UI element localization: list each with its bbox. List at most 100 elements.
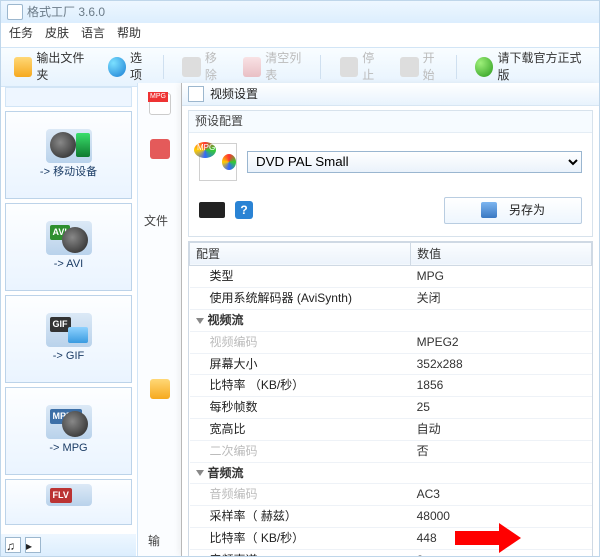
- clear-icon: [243, 57, 261, 77]
- table-row[interactable]: 比特率（ KB/秒）448: [190, 527, 592, 549]
- table-row[interactable]: 采样率（ 赫兹）48000: [190, 506, 592, 528]
- save-as-button[interactable]: 另存为: [444, 197, 582, 224]
- remove-icon: [182, 57, 200, 77]
- options-button[interactable]: 选项: [101, 46, 159, 88]
- settings-table: 配置 数值 类型MPG使用系统解码器 (AviSynth)关闭视频流视频编码MP…: [189, 242, 592, 557]
- sidebar-item-mpg[interactable]: MPEG -> MPG: [5, 387, 132, 475]
- dialog-titlebar: 视频设置: [182, 83, 599, 106]
- setting-value[interactable]: 关闭: [411, 288, 592, 310]
- table-row[interactable]: 音频流: [190, 462, 592, 484]
- save-as-label: 另存为: [509, 202, 545, 219]
- mpg-icon: MPEG: [46, 405, 92, 439]
- clear-list-button[interactable]: 清空列表: [236, 46, 317, 88]
- table-row[interactable]: 音频声道2: [190, 549, 592, 557]
- table-row[interactable]: 视频编码MPEG2: [190, 331, 592, 353]
- middle-column: MPG 文件 输: [137, 83, 182, 556]
- preset-icon: MPG: [199, 143, 237, 181]
- help-button[interactable]: ?: [235, 201, 253, 219]
- preset-row2: ? 另存为: [189, 191, 592, 236]
- table-row[interactable]: 使用系统解码器 (AviSynth)关闭: [190, 288, 592, 310]
- output-folder-label: 输出文件夹: [36, 50, 91, 84]
- section-header[interactable]: 视频流: [190, 309, 592, 331]
- sidebar-item-gif[interactable]: GIF -> GIF: [5, 295, 132, 383]
- menu-language[interactable]: 语言: [81, 25, 105, 45]
- preset-group: 预设配置 MPG DVD PAL Small ? 另存为: [188, 110, 593, 237]
- clear-list-label: 清空列表: [265, 50, 309, 84]
- gif-icon: GIF: [46, 313, 92, 347]
- table-row[interactable]: 视频流: [190, 309, 592, 331]
- menu-skin[interactable]: 皮肤: [45, 25, 69, 45]
- flv-badge: FLV: [50, 488, 72, 503]
- start-label: 开始: [423, 50, 445, 84]
- col-key[interactable]: 配置: [190, 242, 411, 266]
- table-row[interactable]: 音频编码AC3: [190, 484, 592, 506]
- sidebar-item-label: -> 移动设备: [40, 165, 97, 180]
- setting-value[interactable]: MPEG2: [411, 331, 592, 353]
- download-official-label: 请下载官方正式版: [497, 50, 586, 84]
- setting-value[interactable]: 352x288: [411, 353, 592, 375]
- setting-value[interactable]: MPG: [411, 266, 592, 288]
- sidebar-item-mobile[interactable]: -> 移动设备: [5, 111, 132, 199]
- remove-button[interactable]: 移除: [175, 46, 233, 88]
- toolbar-divider: [163, 55, 171, 79]
- menu-tasks[interactable]: 任务: [9, 25, 33, 45]
- output-prefix: 输: [148, 533, 160, 550]
- setting-key: 二次编码: [190, 440, 411, 462]
- menu-help[interactable]: 帮助: [117, 25, 141, 45]
- stop-label: 停止: [362, 50, 384, 84]
- sidebar-item-flv[interactable]: FLV: [5, 479, 132, 525]
- section-header[interactable]: 音频流: [190, 462, 592, 484]
- toolbar: 输出文件夹 选项 移除 清空列表 停止 开始 请下载官方正式版: [1, 47, 599, 87]
- setting-value[interactable]: 448: [411, 527, 592, 549]
- menubar: 任务 皮肤 语言 帮助: [1, 23, 599, 47]
- setting-value[interactable]: 25: [411, 397, 592, 419]
- sidebar-header-strip: [5, 87, 132, 107]
- setting-value[interactable]: 1856: [411, 375, 592, 397]
- expand-icon[interactable]: ▸: [25, 537, 41, 553]
- sidebar-bottombar: ♫ ▸: [1, 534, 136, 556]
- music-icon[interactable]: ♫: [5, 537, 21, 553]
- settings-table-wrap: 配置 数值 类型MPG使用系统解码器 (AviSynth)关闭视频流视频编码MP…: [188, 241, 593, 557]
- stop-button[interactable]: 停止: [333, 46, 391, 88]
- download-official-button[interactable]: 请下载官方正式版: [468, 46, 593, 88]
- setting-key: 类型: [190, 266, 411, 288]
- preset-group-title: 预设配置: [189, 111, 592, 133]
- table-row[interactable]: 二次编码否: [190, 440, 592, 462]
- console-chip[interactable]: [199, 202, 225, 218]
- mpg-chip: MPG: [149, 93, 171, 115]
- output-folder-button[interactable]: 输出文件夹: [7, 46, 99, 88]
- table-row[interactable]: 每秒帧数25: [190, 397, 592, 419]
- mpg-tag: MPG: [194, 142, 216, 158]
- file-label: 文件: [144, 213, 168, 230]
- sidebar: -> 移动设备 AVI -> AVI GIF -> GIF MPEG: [1, 83, 136, 556]
- setting-value[interactable]: 48000: [411, 506, 592, 528]
- sidebar-item-avi[interactable]: AVI -> AVI: [5, 203, 132, 291]
- setting-value[interactable]: 2: [411, 549, 592, 557]
- setting-value[interactable]: AC3: [411, 484, 592, 506]
- options-label: 选项: [130, 50, 152, 84]
- setting-value[interactable]: 否: [411, 440, 592, 462]
- setting-value[interactable]: 自动: [411, 418, 592, 440]
- setting-key: 屏幕大小: [190, 353, 411, 375]
- col-value[interactable]: 数值: [411, 242, 592, 266]
- folder-icon: [150, 379, 170, 399]
- app-title: 格式工厂 3.6.0: [27, 4, 105, 21]
- setting-key: 音频编码: [190, 484, 411, 506]
- preset-row: MPG DVD PAL Small: [189, 133, 592, 191]
- start-button[interactable]: 开始: [393, 46, 451, 88]
- setting-key: 每秒帧数: [190, 397, 411, 419]
- setting-key: 比特率 （KB/秒）: [190, 375, 411, 397]
- stop-icon: [340, 57, 358, 77]
- play-icon: [400, 57, 418, 77]
- table-row[interactable]: 比特率 （KB/秒）1856: [190, 375, 592, 397]
- remove-label: 移除: [205, 50, 227, 84]
- preset-select[interactable]: DVD PAL Small: [247, 151, 582, 173]
- toolbar-divider: [320, 55, 328, 79]
- table-row[interactable]: 屏幕大小352x288: [190, 353, 592, 375]
- table-row[interactable]: 宽高比自动: [190, 418, 592, 440]
- mobile-icon: [46, 129, 92, 163]
- setting-key: 音频声道: [190, 549, 411, 557]
- app-icon: [7, 4, 23, 20]
- setting-key: 宽高比: [190, 418, 411, 440]
- table-row[interactable]: 类型MPG: [190, 266, 592, 288]
